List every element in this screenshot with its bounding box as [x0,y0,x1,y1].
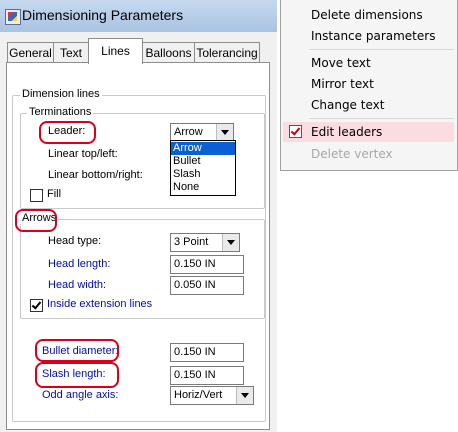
leader-option-none[interactable]: None [171,181,235,194]
leader-dropdown-list: Arrow Bullet Slash None [170,140,236,196]
context-menu: Delete dimensions Instance parameters Mo… [280,0,458,171]
menu-item-instance-parameters[interactable]: Instance parameters [311,29,435,43]
dimensioning-parameters-dialog: Dimensioning Parameters General Text Lin… [0,0,277,432]
tab-balloons[interactable]: Balloons [142,42,195,63]
fill-label: Fill [47,188,62,200]
dimension-lines-label: Dimension lines [20,88,102,100]
odd-angle-axis-value: Horiz/Vert [174,389,223,401]
leader-option-arrow[interactable]: Arrow [171,142,235,155]
terminations-label: Terminations [27,106,94,118]
bullet-diameter-value: 0.150 IN [174,346,216,358]
head-length-value: 0.150 IN [174,258,216,270]
head-width-label: Head width: [48,279,107,291]
menu-item-delete-dimensions[interactable]: Delete dimensions [311,8,423,22]
bullet-diameter-highlight-ring [35,339,119,362]
odd-angle-axis-select[interactable]: Horiz/Vert [170,386,254,405]
leader-highlight-ring [39,121,96,144]
chevron-down-icon[interactable] [216,124,233,141]
arrows-highlight-ring [15,209,57,232]
dialog-title: Dimensioning Parameters [22,7,184,23]
head-length-label: Head length: [48,258,111,270]
odd-angle-axis-label: Odd angle axis: [42,389,119,401]
chevron-down-icon[interactable] [222,234,239,251]
head-width-value: 0.050 IN [174,279,216,291]
inside-extension-checkbox[interactable] [30,299,43,312]
fill-checkbox[interactable] [30,189,43,202]
bullet-diameter-input[interactable]: 0.150 IN [170,343,244,362]
tab-general[interactable]: General [7,42,54,63]
inside-extension-label: Inside extension lines [47,298,153,310]
tab-lines[interactable]: Lines [88,38,143,64]
head-length-input[interactable]: 0.150 IN [170,255,244,274]
menu-item-move-text[interactable]: Move text [311,56,371,70]
linear-bottom-right-label: Linear bottom/right: [48,169,143,181]
menu-item-change-text[interactable]: Change text [311,98,384,112]
leader-option-slash[interactable]: Slash [171,168,235,181]
head-width-input[interactable]: 0.050 IN [170,276,244,295]
menu-separator [309,118,454,119]
menu-item-mirror-text[interactable]: Mirror text [311,77,374,91]
tab-text[interactable]: Text [53,42,89,63]
slash-length-value: 0.150 IN [174,369,216,381]
head-type-select[interactable]: 3 Point [170,233,240,252]
checkmark-icon [289,125,302,138]
menu-separator [309,49,454,50]
menu-item-edit-leaders[interactable]: Edit leaders [311,125,382,139]
leader-option-bullet[interactable]: Bullet [171,155,235,168]
leader-select-value: Arrow [174,126,203,138]
menu-item-delete-vertex: Delete vertex [311,147,393,161]
title-bar[interactable]: Dimensioning Parameters [0,0,277,32]
slash-length-input[interactable]: 0.150 IN [170,366,244,385]
tab-tolerancing[interactable]: Tolerancing [194,42,260,63]
app-icon [5,9,21,25]
head-type-label: Head type: [48,235,102,247]
slash-length-highlight-ring [35,362,119,388]
chevron-down-icon[interactable] [236,387,253,404]
head-type-select-value: 3 Point [174,236,209,248]
linear-top-left-label: Linear top/left: [48,148,118,160]
